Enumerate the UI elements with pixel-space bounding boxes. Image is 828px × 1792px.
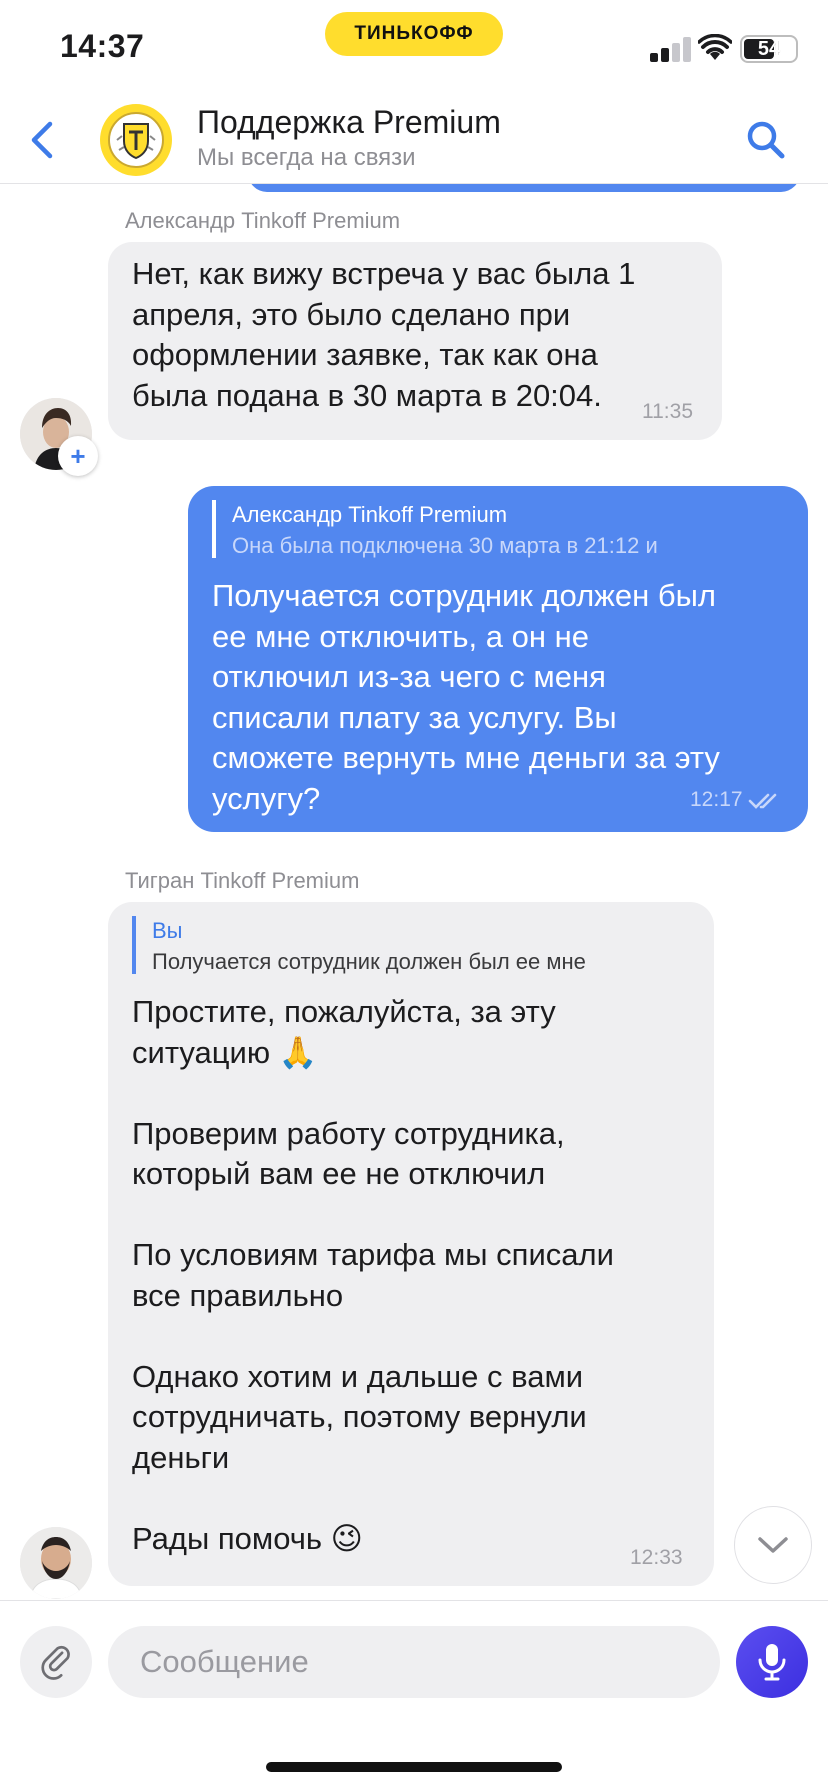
reply-preview: Получается сотрудник должен был ее мне (152, 949, 586, 974)
message-input[interactable] (108, 1626, 720, 1698)
status-time: 14:37 (60, 28, 145, 64)
scroll-to-bottom-button[interactable] (734, 1506, 812, 1584)
voice-record-button[interactable] (736, 1626, 808, 1698)
message-time: 11:35 (642, 400, 693, 423)
previous-message-bubble (248, 184, 800, 192)
cellular-signal-icon (650, 36, 692, 62)
incoming-message-bubble[interactable]: Нет, как вижу встреча у вас была 1 апрел… (108, 242, 722, 440)
message-time: 12:17 (690, 788, 743, 811)
reply-quote[interactable]: Вы Получается сотрудник должен был ее мн… (132, 916, 678, 974)
message-text: Простите, пожалуйста, за эту ситуацию 🙏 … (132, 994, 614, 1556)
paperclip-icon (41, 1645, 70, 1680)
search-icon[interactable] (744, 118, 788, 162)
shield-icon (108, 112, 164, 168)
chat-header: Поддержка Premium Мы всегда на связи (0, 96, 828, 184)
incoming-message-bubble[interactable]: Вы Получается сотрудник должен был ее мн… (108, 902, 714, 1586)
reply-author: Вы (152, 918, 183, 943)
chat-title: Поддержка Premium (197, 104, 501, 140)
double-check-icon (748, 793, 777, 809)
brand-badge: ТИНЬКОФФ (325, 12, 503, 56)
reply-author: Александр Tinkoff Premium (232, 502, 508, 527)
status-bar: 14:37 ТИНЬКОФФ 54 (0, 0, 828, 96)
message-time: 12:33 (630, 1546, 683, 1569)
message-sender: Тигран Tinkoff Premium (125, 868, 360, 893)
attach-button[interactable] (20, 1626, 92, 1698)
chat-subtitle: Мы всегда на связи (197, 144, 416, 171)
message-text: Получается сотрудник должен был ее мне о… (212, 578, 720, 816)
agent-avatar[interactable] (20, 1527, 92, 1599)
message-list[interactable]: Александр Tinkoff Premium Нет, как вижу … (0, 184, 828, 1600)
tinkoff-logo[interactable] (100, 104, 172, 176)
message-composer (0, 1600, 828, 1714)
message-text: Нет, как вижу встреча у вас была 1 апрел… (132, 256, 636, 413)
battery-indicator: 54 (740, 35, 798, 63)
person-avatar-icon (20, 1527, 92, 1599)
home-indicator[interactable] (266, 1762, 562, 1772)
battery-level: 54 (757, 37, 781, 60)
message-sender: Александр Tinkoff Premium (125, 208, 401, 233)
chevron-left-icon[interactable] (24, 120, 60, 160)
microphone-icon (758, 1644, 786, 1681)
reply-quote[interactable]: Александр Tinkoff Premium Она была подкл… (212, 500, 760, 558)
wifi-icon (698, 34, 732, 60)
add-contact-button[interactable]: + (58, 436, 98, 476)
reply-preview: Она была подключена 30 марта в 21:12 и (232, 533, 658, 558)
chevron-down-icon (758, 1537, 788, 1553)
outgoing-message-bubble[interactable]: Александр Tinkoff Premium Она была подкл… (188, 486, 808, 832)
